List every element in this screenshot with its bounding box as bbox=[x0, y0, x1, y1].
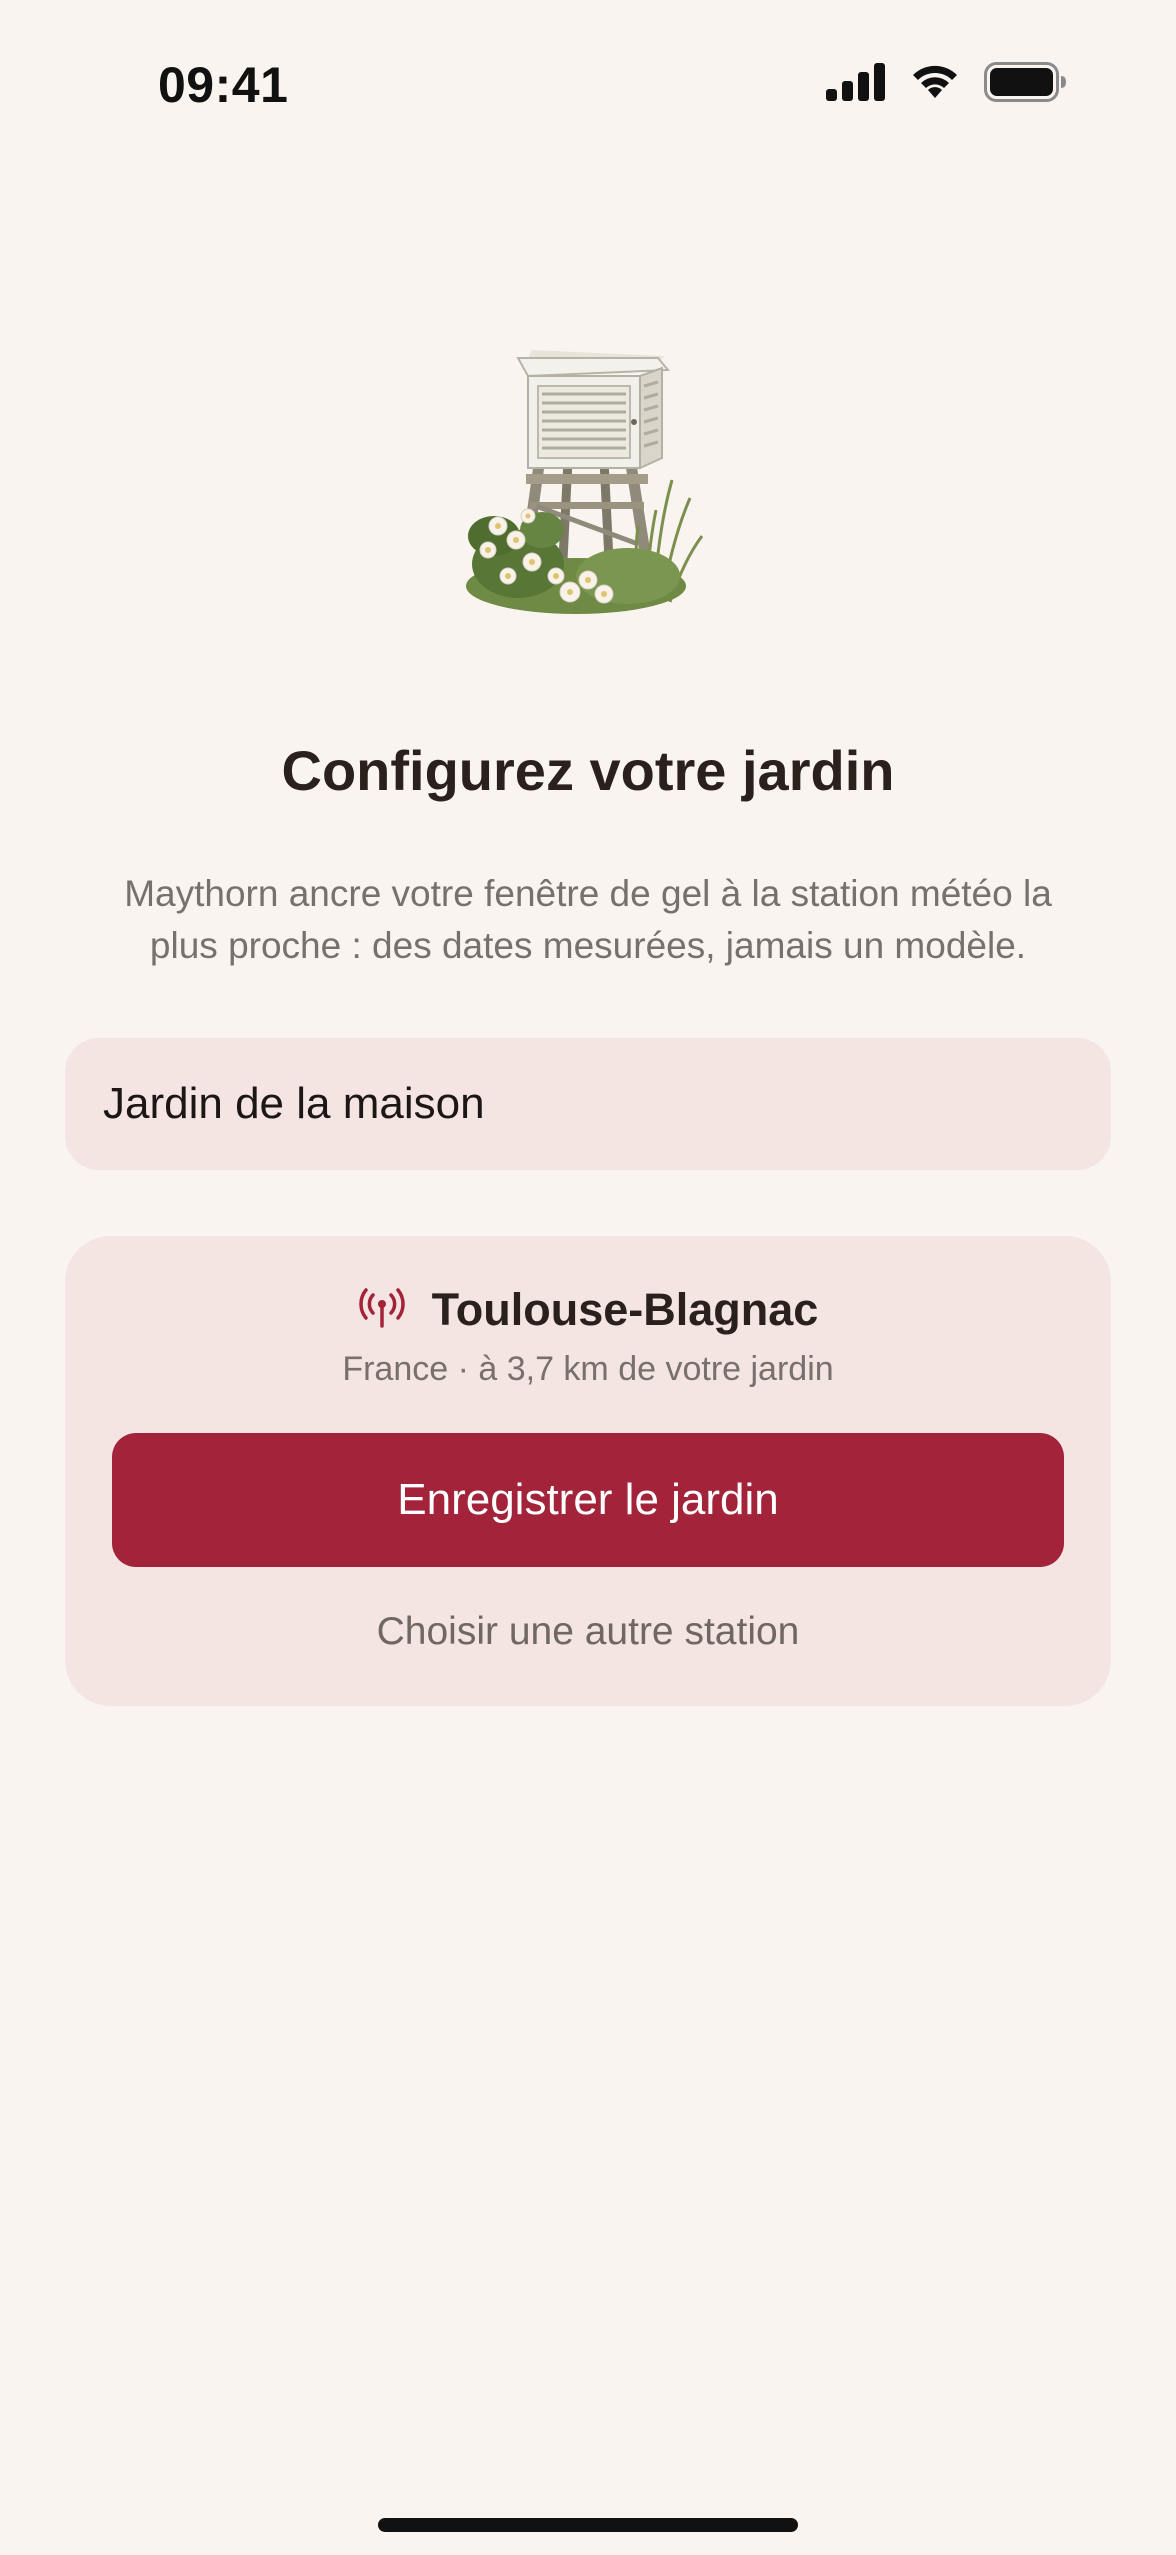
antenna-icon bbox=[358, 1287, 406, 1333]
station-header: Toulouse-Blagnac bbox=[65, 1284, 1111, 1336]
page-subtitle-line-2: plus proche : des dates mesurées, jamais… bbox=[149, 925, 1027, 966]
station-name: Toulouse-Blagnac bbox=[431, 1284, 819, 1335]
page-title: Configurez votre jardin bbox=[281, 739, 895, 802]
page-subtitle-line-1: Maythorn ancre votre fenêtre de gel à la… bbox=[124, 873, 1052, 914]
home-indicator[interactable] bbox=[378, 2518, 798, 2532]
choose-other-station-link[interactable]: Choisir une autre station bbox=[65, 1610, 1111, 1654]
station-card: Toulouse-Blagnac France · à 3,7 km de vo… bbox=[65, 1236, 1111, 1706]
page-subtitle: Maythorn ancre votre fenêtre de gel à la… bbox=[60, 868, 1116, 972]
battery-icon bbox=[984, 62, 1068, 107]
cellular-signal-icon bbox=[826, 63, 886, 106]
status-time: 09:41 bbox=[158, 57, 289, 113]
save-garden-button[interactable]: Enregistrer le jardin bbox=[112, 1433, 1064, 1567]
weather-station-illustration bbox=[458, 330, 718, 620]
station-distance: France · à 3,7 km de votre jardin bbox=[342, 1350, 834, 1388]
status-icons bbox=[826, 62, 1068, 107]
wifi-icon bbox=[908, 62, 962, 107]
status-bar: 09:41 bbox=[0, 0, 1176, 160]
garden-name-input[interactable] bbox=[103, 1079, 1073, 1129]
garden-name-field[interactable] bbox=[65, 1038, 1111, 1170]
